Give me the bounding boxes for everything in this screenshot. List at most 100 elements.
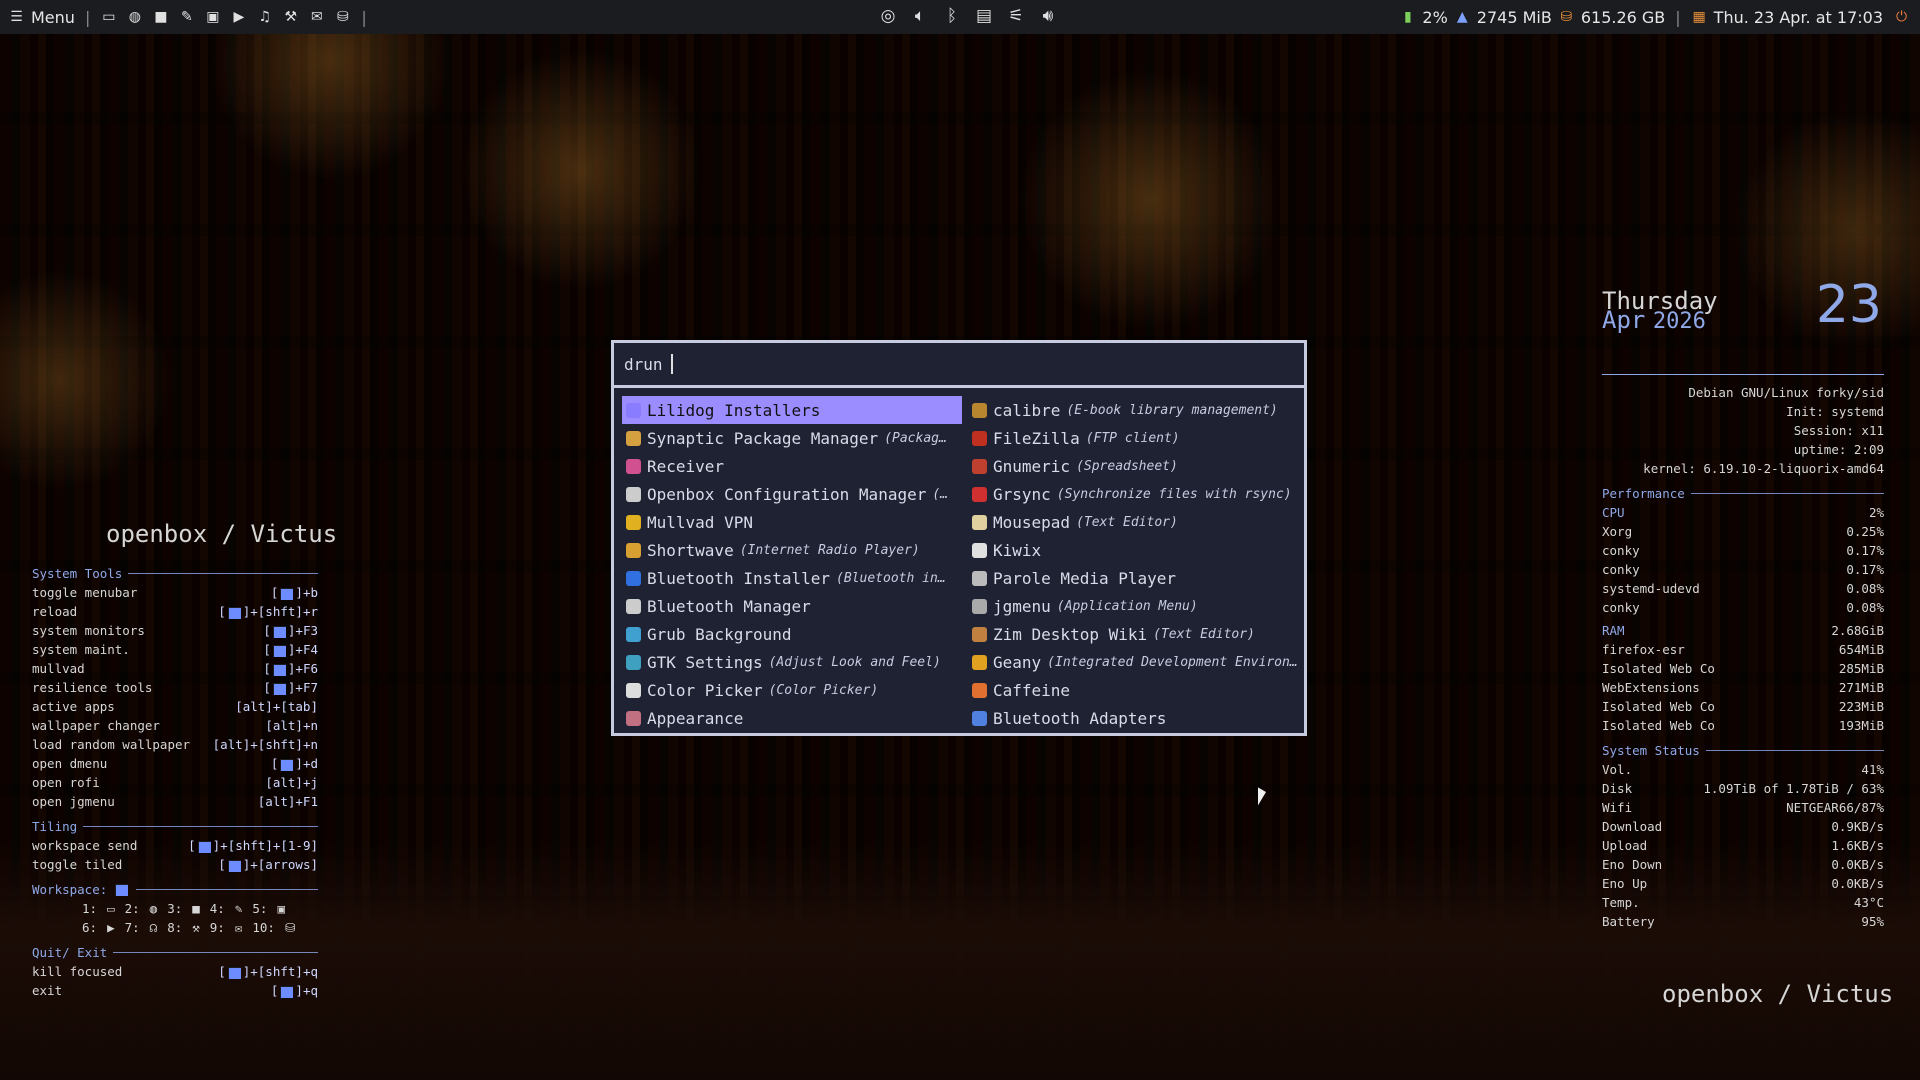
- workspace-7[interactable]: 7:: [125, 918, 140, 937]
- keybind-combo: ]+[shft]+q: [242, 964, 318, 979]
- workspace-1[interactable]: 1:: [82, 899, 97, 918]
- speaker-small-icon[interactable]: 🔈︎: [910, 5, 930, 27]
- rofi-item[interactable]: Bluetooth Installer (Bluetooth in…: [622, 564, 962, 592]
- rofi-item[interactable]: Bluetooth Adapters: [968, 704, 1308, 732]
- keybind-row: toggle menubar []+b: [32, 583, 318, 602]
- rofi-item[interactable]: GTK Settings (Adjust Look and Feel): [622, 648, 962, 676]
- keybind-combo: ]+d: [295, 756, 318, 771]
- image-icon[interactable]: ▣: [204, 9, 221, 26]
- process-row: systemd-udevd 0.08%: [1602, 579, 1884, 598]
- rofi-item[interactable]: Receiver: [622, 452, 962, 480]
- workspace-6[interactable]: 6:: [82, 918, 97, 937]
- rofi-item[interactable]: Shortwave (Internet Radio Player): [622, 536, 962, 564]
- app-icon: [972, 542, 987, 558]
- keybind-row: workspace send []+[shft]+[1-9]: [32, 836, 318, 855]
- keybind-keys: [alt]+j: [265, 773, 318, 792]
- process-name: conky: [1602, 562, 1640, 577]
- text-cursor: [670, 354, 673, 374]
- rofi-item-name: Shortwave: [647, 540, 734, 560]
- menu-button[interactable]: ☰ Menu: [0, 8, 75, 27]
- top-panel: ☰ Menu | ▭ ◍ ■ ✎ ▣ ▶ ♫ ⚒ ✉ ⛁ | ◎ 🔈︎ ᛒ ▤ …: [0, 0, 1920, 34]
- rofi-item[interactable]: Geany (Integrated Development Environ…: [968, 648, 1308, 676]
- rofi-item[interactable]: Openbox Configuration Manager (…: [622, 480, 962, 508]
- keybind-keys: []+[shft]+[1-9]: [188, 838, 318, 853]
- workspace-8[interactable]: 8:: [167, 918, 182, 937]
- sysinfo-line: Session: x11: [1793, 423, 1884, 438]
- music-icon[interactable]: ♫: [256, 9, 273, 26]
- process-name: Wifi: [1602, 800, 1633, 815]
- rofi-item[interactable]: Bluetooth Manager: [622, 592, 962, 620]
- terminal-icon[interactable]: ▭: [100, 9, 117, 26]
- rofi-item[interactable]: Grsync (Synchronize files with rsync): [968, 480, 1308, 508]
- rofi-item-desc: (Text Editor): [1153, 626, 1255, 642]
- rofi-item[interactable]: Appearance: [622, 704, 962, 732]
- cpu-row: CPU 2%: [1602, 503, 1884, 522]
- keybind-keys: [alt]+F1: [258, 792, 318, 811]
- bluetooth-icon[interactable]: ᛒ: [942, 5, 962, 27]
- ram-label: RAM: [1602, 623, 1625, 638]
- windows-key-icon: [197, 840, 211, 853]
- rofi-item[interactable]: jgmenu (Application Menu): [968, 592, 1308, 620]
- status-area: ▮ 2% ▲ 2745 MiB ⛁ 615.26 GB | ▦ Thu. 23 …: [1399, 0, 1910, 34]
- workspace-3[interactable]: 3:: [167, 899, 182, 918]
- process-value: 43°C: [1853, 895, 1884, 910]
- rofi-item[interactable]: Grub Background: [622, 620, 962, 648]
- keybind-combo: [alt]+[tab]: [235, 699, 318, 714]
- rofi-input-bar[interactable]: drun: [614, 343, 1304, 388]
- clipboard-icon[interactable]: ▤: [974, 5, 994, 27]
- keybind-keys: []+[shft]+r: [218, 604, 318, 619]
- globe-icon[interactable]: ◍: [126, 9, 143, 26]
- rofi-item[interactable]: Lilidog Installers: [622, 396, 962, 424]
- wrench-icon[interactable]: ⚒: [282, 9, 299, 26]
- edit-icon[interactable]: ✎: [178, 9, 195, 26]
- rofi-item[interactable]: calibre (E-book library management): [968, 396, 1308, 424]
- clock[interactable]: Thu. 23 Apr. at 17:03: [1714, 8, 1883, 27]
- memory-usage: 2745 MiB: [1476, 7, 1552, 27]
- video-icon[interactable]: ▶: [230, 9, 247, 26]
- app-icon: [626, 710, 641, 726]
- rofi-item[interactable]: Color Picker (Color Picker): [622, 676, 962, 704]
- keybind-row: system monitors []+F3: [32, 621, 318, 640]
- process-value: 285MiB: [1838, 661, 1884, 676]
- vpn-icon[interactable]: ◎: [878, 5, 898, 27]
- keybind-row: load random wallpaper [alt]+[shft]+n: [32, 735, 318, 754]
- power-icon[interactable]: ⏻: [1893, 9, 1910, 26]
- keybind-label: workspace send: [32, 838, 138, 853]
- app-icon: [972, 626, 987, 642]
- archive-icon[interactable]: ⛁: [334, 9, 351, 26]
- workspace-10[interactable]: 10:: [252, 918, 275, 937]
- keybind-keys: [alt]+[shft]+n: [213, 735, 318, 754]
- panel-separator: |: [1675, 7, 1681, 27]
- keybind-label: exit: [32, 983, 63, 998]
- windows-key-icon: [272, 625, 286, 638]
- rofi-item[interactable]: Mousepad (Text Editor): [968, 508, 1308, 536]
- workspace-9[interactable]: 9:: [210, 918, 225, 937]
- process-name: Upload: [1602, 838, 1648, 853]
- rofi-item[interactable]: Synaptic Package Manager (Packag…: [622, 424, 962, 452]
- network-icon[interactable]: ⚟: [1006, 5, 1026, 27]
- rofi-item-desc: (Color Picker): [768, 682, 879, 698]
- process-name: Temp.: [1602, 895, 1640, 910]
- rofi-item-desc: (…: [932, 486, 949, 502]
- rofi-item-desc: (Spreadsheet): [1076, 458, 1178, 474]
- rofi-item[interactable]: FileZilla (FTP client): [968, 424, 1308, 452]
- process-row: Isolated Web Co 193MiB: [1602, 716, 1884, 735]
- rofi-item[interactable]: Parole Media Player: [968, 564, 1308, 592]
- workspace-2[interactable]: 2:: [125, 899, 140, 918]
- rofi-item[interactable]: Mullvad VPN: [622, 508, 962, 536]
- rofi-item[interactable]: Gnumeric (Spreadsheet): [968, 452, 1308, 480]
- rofi-item[interactable]: Zim Desktop Wiki (Text Editor): [968, 620, 1308, 648]
- workspace-4[interactable]: 4:: [210, 899, 225, 918]
- disk-icon: ⛁: [1560, 9, 1573, 25]
- volume-icon[interactable]: 🔊︎: [1038, 5, 1058, 27]
- process-row: Battery 95%: [1602, 912, 1884, 931]
- panel-separator: |: [361, 7, 367, 27]
- mail-icon[interactable]: ✉: [308, 9, 325, 26]
- keybind-combo: ]+[shft]+r: [242, 604, 318, 619]
- folder-icon[interactable]: ■: [152, 9, 169, 26]
- rofi-item[interactable]: Caffeine: [968, 676, 1308, 704]
- headphones-icon: ☊: [149, 920, 158, 935]
- rofi-item[interactable]: Kiwix: [968, 536, 1308, 564]
- system-status-list: Vol. 41% Disk 1.09TiB of 1.78TiB / 63% Wifi N…: [1602, 760, 1884, 931]
- workspace-5[interactable]: 5:: [252, 899, 267, 918]
